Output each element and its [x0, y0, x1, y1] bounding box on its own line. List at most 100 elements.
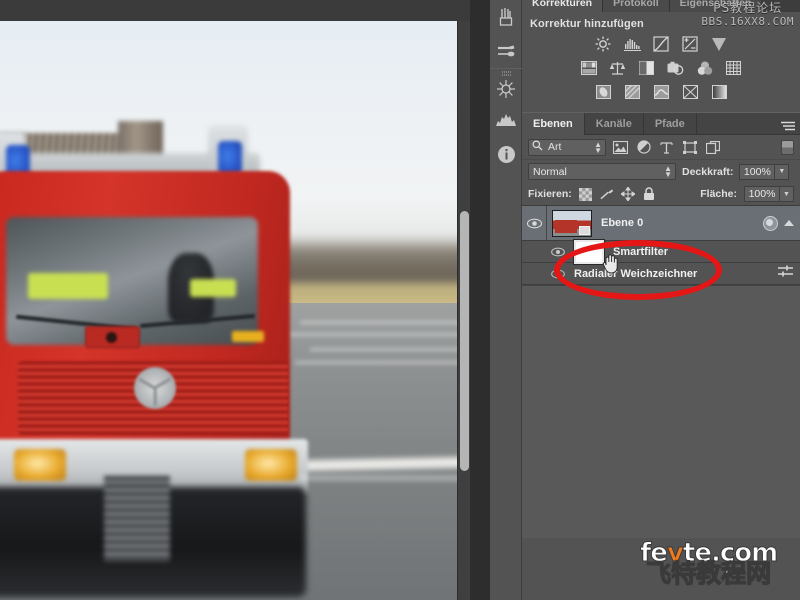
image-yellow-badge: [232, 331, 264, 342]
filter-row-right[interactable]: [777, 265, 800, 283]
brush-icon[interactable]: [490, 34, 522, 68]
channel-mixer-icon[interactable]: [695, 59, 715, 77]
hue-saturation-icon[interactable]: [579, 59, 599, 77]
image-hi-vis-stripe: [28, 273, 108, 299]
type-layer-icon[interactable]: [658, 139, 675, 155]
opacity-value[interactable]: 100%: [739, 163, 776, 180]
tab-pfade[interactable]: Pfade: [644, 112, 697, 135]
levels-icon[interactable]: [622, 35, 642, 53]
document-top-bar: [0, 0, 470, 21]
threshold-icon[interactable]: [651, 83, 671, 101]
table-row[interactable]: Radialer Weichzeichner: [522, 263, 800, 285]
photoshop-window: Korrekturen Protokoll Eigenschaften Korr…: [0, 0, 800, 600]
watermark-bottom: fevte.com 飞特教程网: [640, 540, 779, 588]
table-row[interactable]: Smartfilter: [522, 238, 800, 265]
filter-kind-select[interactable]: Art ▲ ▼: [528, 138, 606, 156]
brush-presets-icon[interactable]: [490, 0, 522, 34]
adjustment-layer-icon[interactable]: [635, 139, 652, 155]
smart-filter-mask-thumbnail[interactable]: [573, 238, 605, 265]
layer-thumbnail[interactable]: [552, 209, 592, 237]
blend-mode-value: Normal: [533, 165, 567, 178]
lock-position-icon[interactable]: [620, 187, 635, 201]
shape-layer-icon[interactable]: [681, 139, 698, 155]
color-balance-icon[interactable]: [608, 59, 628, 77]
layer-list[interactable]: Ebene 0 Smartfilter Radialer Weichzeichn…: [522, 206, 800, 538]
search-icon: [532, 140, 543, 154]
watermark-top: PS教程论坛 BBS.16XX8.COM: [701, 1, 794, 29]
watermark-top-line1: PS教程论坛: [713, 1, 783, 15]
adjustments-row-2[interactable]: [522, 56, 800, 80]
table-row[interactable]: Ebene 0: [522, 206, 800, 241]
hand-cursor: [601, 252, 621, 274]
lock-transparency-icon[interactable]: [579, 187, 593, 201]
blend-mode-row[interactable]: Normal ▲ ▼ Deckkraft: 100% ▼: [522, 160, 800, 183]
image-blue-beacon-right: [218, 141, 242, 175]
chevron-down-icon[interactable]: ▼: [775, 163, 790, 180]
scrollbar-thumb[interactable]: [460, 211, 469, 471]
image-motion-streak: [310, 348, 470, 351]
filter-visibility-toggle[interactable]: [546, 269, 570, 279]
right-panel-column: Korrekturen Protokoll Eigenschaften Korr…: [522, 0, 800, 600]
layer-visibility-toggle[interactable]: [522, 218, 546, 229]
history-icon[interactable]: [490, 69, 522, 103]
image-motion-streak: [288, 333, 470, 336]
layers-panel-tabs[interactable]: Ebenen Kanäle Pfade: [522, 112, 800, 137]
lock-all-icon[interactable]: [642, 187, 656, 201]
chevron-updown-icon[interactable]: ▲ ▼: [664, 165, 672, 179]
black-white-icon[interactable]: [637, 59, 657, 77]
image-headlight-right: [245, 449, 297, 481]
image-motion-streak: [300, 321, 470, 324]
document-canvas-area[interactable]: [0, 0, 470, 600]
layer-row-right[interactable]: [763, 215, 800, 231]
vibrance-icon[interactable]: [709, 35, 729, 53]
expand-collapse-triangle-icon[interactable]: [784, 220, 794, 226]
image-motion-streak: [300, 476, 470, 480]
filter-blending-options-icon[interactable]: [777, 265, 794, 283]
image-axle: [104, 476, 170, 561]
filter-enable-toggle[interactable]: [781, 139, 794, 155]
fill-value[interactable]: 100%: [744, 186, 780, 202]
lock-image-icon[interactable]: [600, 187, 614, 201]
document-image[interactable]: [0, 21, 470, 600]
tab-protokoll[interactable]: Protokoll: [603, 0, 670, 12]
tab-ebenen[interactable]: Ebenen: [522, 112, 585, 135]
selective-color-icon[interactable]: [709, 83, 729, 101]
gradient-map-icon[interactable]: [680, 83, 700, 101]
exposure-icon[interactable]: [680, 35, 700, 53]
pixel-layer-icon[interactable]: [612, 139, 629, 155]
chevron-down-icon[interactable]: ▼: [780, 186, 794, 202]
color-lookup-icon[interactable]: [724, 59, 744, 77]
smart-object-icon[interactable]: [704, 139, 721, 155]
panel-menu-icon[interactable]: [781, 119, 795, 137]
smart-filter-name[interactable]: Radialer Weichzeichner: [574, 268, 697, 280]
curves-icon[interactable]: [651, 35, 671, 53]
image-plate-dot: [106, 332, 117, 343]
layer-list-empty-area[interactable]: [522, 285, 800, 538]
info-icon[interactable]: [490, 137, 522, 171]
posterize-icon[interactable]: [622, 83, 642, 101]
lock-row[interactable]: Fixieren: Fläche: 100% ▼: [522, 183, 800, 206]
blend-mode-select[interactable]: Normal ▲ ▼: [528, 163, 676, 180]
smart-object-badge: [763, 215, 778, 231]
image-hi-vis-stripe: [190, 279, 236, 297]
brightness-contrast-icon[interactable]: [593, 35, 613, 53]
layer-name[interactable]: Smartfilter: [613, 246, 668, 258]
layer-visibility-toggle[interactable]: [546, 247, 570, 257]
window-background-gap: [470, 0, 490, 600]
collapsed-panel-dock[interactable]: [490, 0, 522, 600]
document-vertical-scrollbar[interactable]: [457, 21, 470, 600]
invert-icon[interactable]: [593, 83, 613, 101]
layer-name[interactable]: Ebene 0: [601, 217, 643, 229]
histogram-icon[interactable]: [490, 103, 522, 137]
opacity-label: Deckkraft:: [682, 165, 734, 178]
adjustments-row-1[interactable]: [522, 32, 800, 56]
image-motion-streak: [295, 361, 470, 364]
adjustments-row-3[interactable]: [522, 80, 800, 104]
chevron-updown-icon[interactable]: ▲ ▼: [594, 140, 602, 154]
image-headlight-left: [14, 449, 66, 481]
fill-label: Fläche:: [700, 188, 737, 200]
photo-filter-icon[interactable]: [666, 59, 686, 77]
tab-kanaele[interactable]: Kanäle: [585, 112, 644, 135]
layer-filter-row[interactable]: Art ▲ ▼: [522, 135, 800, 160]
tab-korrekturen[interactable]: Korrekturen: [522, 0, 604, 12]
